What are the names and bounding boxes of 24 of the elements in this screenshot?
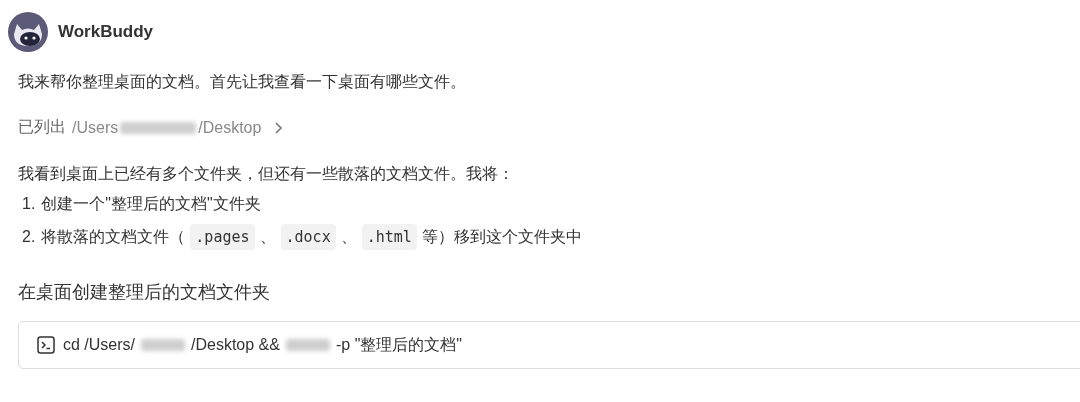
text: cd /Users/ bbox=[63, 336, 135, 354]
assistant-name: WorkBuddy bbox=[58, 22, 154, 42]
inline-code: .html bbox=[361, 224, 417, 250]
text: 等）移到这个文件夹中 bbox=[421, 227, 582, 247]
step-title: 在桌面创建整理后的文档文件夹 bbox=[18, 281, 271, 304]
text: 将散落的文档文件（ bbox=[41, 227, 186, 247]
message-text: 我看到桌面上已经有多个文件夹，但还有一些散落的文档文件。我将： bbox=[18, 164, 515, 184]
listed-label: 已列出 bbox=[18, 117, 66, 137]
text: 、 bbox=[259, 227, 276, 247]
list-number: 1. bbox=[22, 194, 36, 214]
inline-code: .pages bbox=[190, 224, 255, 250]
avatar-icon bbox=[8, 12, 48, 52]
redacted-blur bbox=[285, 339, 330, 351]
list-number: 2. bbox=[22, 227, 36, 247]
text: 创建一个"整理后的文档"文件夹 bbox=[41, 194, 261, 214]
inline-code: .docx bbox=[280, 224, 336, 250]
redacted-blur bbox=[141, 339, 185, 351]
path-text: /Users bbox=[72, 118, 119, 137]
text: /Desktop && bbox=[191, 336, 280, 354]
message-text: 我来帮你整理桌面的文档。首先让我查看一下桌面有哪些文件。 bbox=[18, 72, 467, 92]
text: 、 bbox=[340, 227, 357, 247]
text: -p "整理后的文档" bbox=[335, 334, 462, 355]
terminal-icon bbox=[37, 336, 55, 354]
path-text: /Desktop bbox=[198, 118, 262, 137]
